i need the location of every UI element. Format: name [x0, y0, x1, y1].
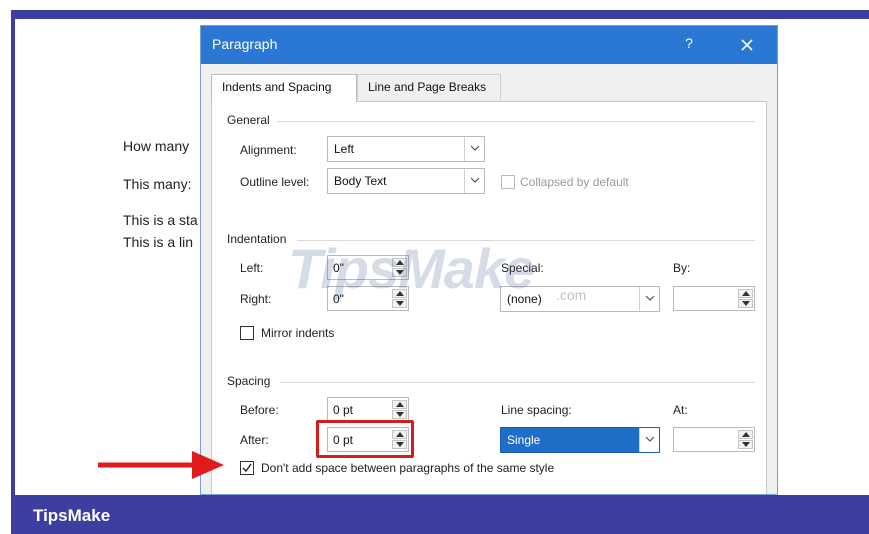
general-section-label: General: [227, 113, 270, 127]
collapsed-by-default-checkbox[interactable]: [501, 175, 515, 189]
spacing-divider: [280, 382, 755, 383]
before-spin-buttons: [392, 400, 407, 419]
right-indent-label: Right:: [240, 292, 272, 306]
by-spinner[interactable]: [673, 286, 755, 311]
close-button[interactable]: [733, 32, 761, 58]
at-label: At:: [673, 403, 688, 417]
mirror-indents-label: Mirror indents: [261, 326, 335, 340]
before-up-button[interactable]: [392, 400, 407, 409]
before-label: Before:: [240, 403, 279, 417]
dont-add-space-checkbox[interactable]: [240, 461, 254, 475]
by-label: By:: [673, 261, 691, 275]
arrow-up-icon: [742, 291, 750, 296]
help-button[interactable]: ?: [679, 35, 699, 55]
mirror-indents-checkbox[interactable]: [240, 326, 254, 340]
special-dropdown-button[interactable]: [639, 287, 659, 311]
arrow-up-icon: [742, 432, 750, 437]
outline-level-value: Body Text: [334, 174, 387, 188]
brand-name: TipsMake: [33, 506, 111, 525]
outline-level-dropdown-button[interactable]: [464, 169, 484, 193]
watermark-text: TipsMake: [288, 237, 535, 300]
at-spinner[interactable]: [673, 427, 755, 452]
spacing-section-label: Spacing: [227, 374, 271, 388]
at-up-button[interactable]: [738, 430, 753, 439]
by-up-button[interactable]: [738, 289, 753, 298]
before-down-button[interactable]: [392, 410, 407, 419]
chevron-down-icon: [645, 295, 655, 301]
brand-footer-bar: [11, 495, 869, 534]
chevron-down-icon: [470, 145, 480, 151]
document-line-1: How many: [123, 138, 190, 154]
alignment-dropdown-button[interactable]: [464, 137, 484, 161]
document-line-4: This is a lin: [123, 234, 194, 250]
watermark-suffix: .com: [556, 287, 587, 303]
arrow-down-icon: [396, 412, 404, 417]
after-spacing-highlight: [316, 420, 414, 458]
by-spin-buttons: [738, 289, 753, 308]
arrow-down-icon: [742, 442, 750, 447]
tab-line-and-page-breaks[interactable]: Line and Page Breaks: [357, 74, 501, 100]
at-spin-buttons: [738, 430, 753, 449]
dont-add-space-label: Don't add space between paragraphs of th…: [261, 461, 555, 475]
alignment-value: Left: [334, 142, 355, 156]
by-down-button[interactable]: [738, 299, 753, 308]
line-spacing-select[interactable]: Single: [500, 427, 660, 453]
dialog-titlebar[interactable]: Paragraph ?: [201, 26, 777, 64]
arrow-down-icon: [742, 301, 750, 306]
checkmark-icon: [242, 463, 252, 473]
indentation-section-label: Indentation: [227, 232, 287, 246]
after-label: After:: [240, 433, 269, 447]
left-indent-label: Left:: [240, 261, 264, 275]
line-spacing-dropdown-button[interactable]: [639, 428, 659, 452]
document-line-2: This many:: [123, 176, 192, 192]
at-down-button[interactable]: [738, 440, 753, 449]
chevron-down-icon: [470, 177, 480, 183]
before-value: 0 pt: [333, 403, 354, 417]
arrow-down-icon: [396, 301, 404, 306]
pointer-arrow-icon: [98, 451, 224, 479]
collapsed-by-default-label: Collapsed by default: [520, 175, 629, 189]
chevron-down-icon: [645, 436, 655, 442]
outline-level-label: Outline level:: [240, 175, 310, 189]
alignment-label: Alignment:: [240, 143, 297, 157]
before-spinner[interactable]: 0 pt: [327, 397, 409, 422]
line-spacing-value: Single: [507, 433, 541, 447]
alignment-select[interactable]: Left: [327, 136, 485, 162]
line-spacing-label: Line spacing:: [501, 403, 572, 417]
arrow-up-icon: [396, 402, 404, 407]
tab-indents-and-spacing[interactable]: Indents and Spacing: [211, 74, 357, 102]
general-divider: [277, 121, 755, 122]
dialog-title: Paragraph: [212, 36, 278, 52]
outline-level-select[interactable]: Body Text: [327, 168, 485, 194]
frame-border-top: [11, 10, 869, 19]
close-icon: [741, 39, 753, 51]
document-line-3: This is a sta: [123, 212, 198, 228]
